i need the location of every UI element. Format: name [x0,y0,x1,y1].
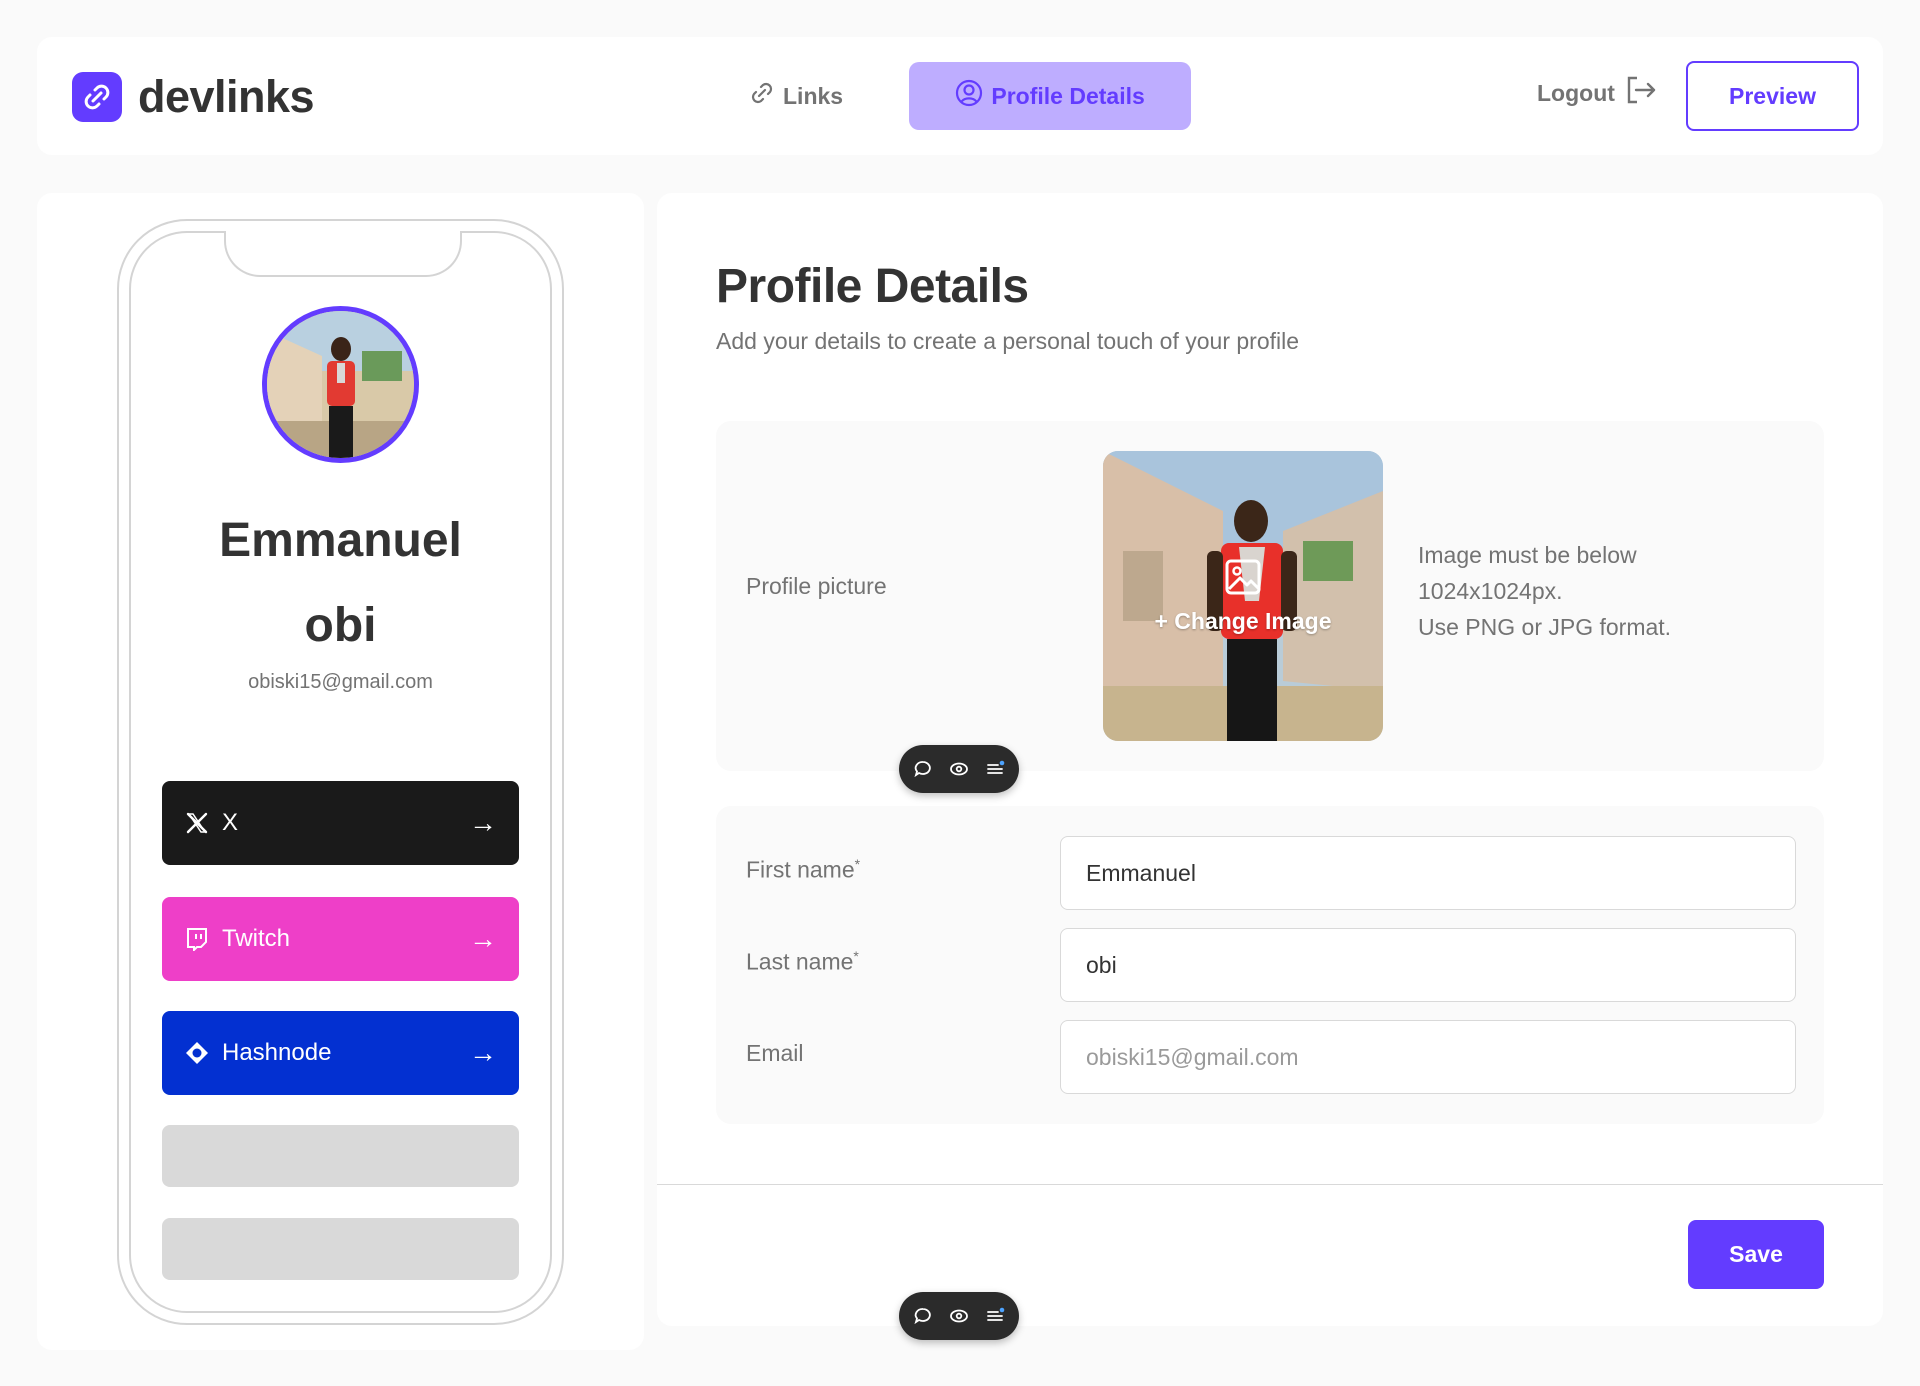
hint-line: Use PNG or JPG format. [1418,614,1672,640]
preview-link-label: X [222,809,239,836]
tab-links[interactable]: Links [717,62,875,130]
phone-notch [224,231,462,277]
preview-email: obiski15@gmail.com [248,671,433,693]
email-input[interactable] [1060,1020,1796,1094]
hint-line: Image must be below [1418,542,1637,568]
first-name-input[interactable] [1060,836,1796,910]
eye-icon[interactable] [948,758,970,780]
tab-profile-details[interactable]: Profile Details [909,62,1192,130]
preview-link-label: Twitch [222,925,291,952]
preview-last-name: obi [304,599,377,652]
empty-link-placeholder [162,1218,519,1280]
top-navbar: devlinks Links Profile Details Logout Pr… [37,37,1883,155]
tab-links-label: Links [783,82,844,109]
profile-picture-card: Profile picture + Change Image Image mus… [716,421,1824,771]
brand-logo[interactable]: devlinks [72,71,315,123]
comment-icon[interactable] [912,758,934,780]
devlinks-logo-icon [72,72,122,122]
comment-icon[interactable] [912,1305,934,1327]
x-logo-icon [184,810,210,836]
preview-link-twitch[interactable]: Twitch → [162,897,519,981]
last-name-input[interactable] [1060,928,1796,1002]
field-label-text: Last name [746,948,854,975]
change-image-overlay[interactable]: + Change Image [1103,451,1383,741]
profile-picture-label: Profile picture [746,573,887,599]
eye-icon[interactable] [948,1305,970,1327]
main-tabs: Links Profile Details [717,62,1192,130]
phone-preview-panel: Emmanuel obi obiski15@gmail.com X → Twit… [37,193,644,1350]
last-name-label: Last name* [746,948,859,976]
preview-link-x[interactable]: X → [162,781,519,865]
link-icon [749,80,775,112]
preview-link-hashnode[interactable]: Hashnode → [162,1011,519,1095]
brand-name: devlinks [138,71,315,122]
menu-list-icon[interactable] [984,1305,1006,1327]
email-label: Email [746,1040,804,1067]
profile-details-panel: Profile Details Add your details to crea… [657,193,1883,1326]
required-mark: * [853,948,859,964]
email-row: Email [746,1020,1796,1094]
field-label-text: Email [746,1040,804,1066]
hint-line: 1024x1024px. [1418,578,1563,604]
user-circle-icon [955,79,983,113]
arrow-right-icon: → [469,923,497,954]
arrow-right-icon: → [469,1037,497,1068]
preview-avatar [262,306,419,463]
image-requirements-hint: Image must be below 1024x1024px. Use PNG… [1418,537,1718,645]
required-mark: * [854,856,861,872]
image-icon [1223,557,1263,602]
last-name-row: Last name* [746,928,1796,1002]
floating-toolbar [899,745,1019,793]
tab-profile-details-label: Profile Details [991,82,1145,109]
twitch-icon [184,926,210,952]
floating-toolbar [899,1292,1019,1340]
preview-first-name: Emmanuel [219,514,462,567]
page-subtitle: Add your details to create a personal to… [716,328,1300,354]
hashnode-icon [184,1040,210,1066]
profile-picture-upload[interactable]: + Change Image [1103,451,1383,741]
save-button[interactable]: Save [1688,1220,1824,1289]
preview-button[interactable]: Preview [1686,61,1859,131]
page-title: Profile Details [716,260,1029,313]
first-name-label: First name* [746,856,860,884]
profile-form: First name* Last name* Email [716,806,1824,1124]
logout-icon [1625,75,1657,111]
footer-divider [657,1184,1883,1185]
preview-full-name: Emmanuel obi [137,498,544,668]
change-image-label: + Change Image [1154,608,1332,634]
field-label-text: First name [746,856,855,883]
menu-list-icon[interactable] [984,758,1006,780]
logout-button[interactable]: Logout [1537,75,1657,111]
first-name-row: First name* [746,836,1796,910]
empty-link-placeholder [162,1125,519,1187]
arrow-right-icon: → [469,807,497,838]
preview-link-label: Hashnode [222,1039,332,1066]
logout-label: Logout [1537,79,1615,106]
